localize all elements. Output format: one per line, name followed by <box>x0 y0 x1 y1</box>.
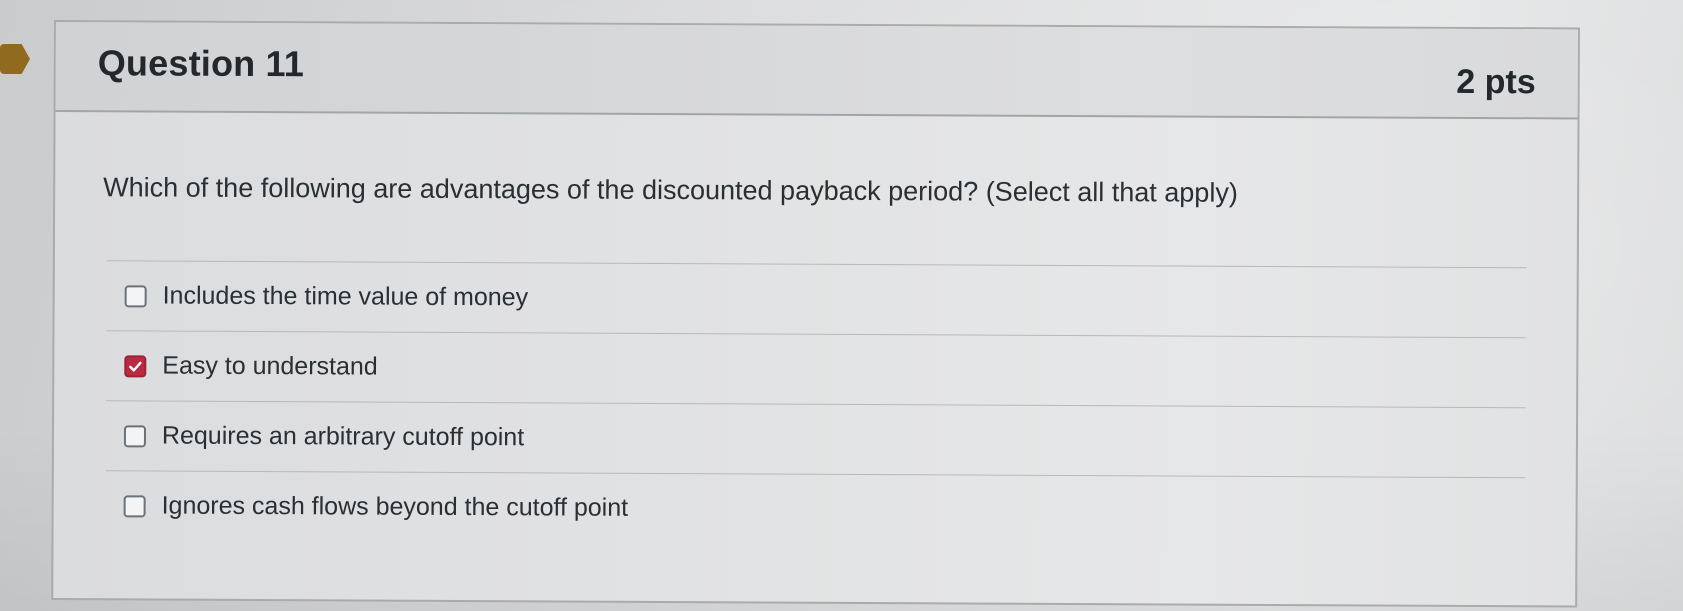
answer-option-3[interactable]: Requires an arbitrary cutoff point <box>106 401 1526 477</box>
question-points: 2 pts <box>1456 62 1536 102</box>
answer-list: Includes the time value of money Easy to… <box>105 260 1527 547</box>
answer-checkbox-3[interactable] <box>123 424 147 447</box>
answer-label-4: Ignores cash flows beyond the cutoff poi… <box>161 491 629 522</box>
answer-option-2[interactable]: Easy to understand <box>106 331 1526 407</box>
answer-option-1[interactable]: Includes the time value of money <box>106 261 1526 337</box>
question-text: Which of the following are advantages of… <box>103 172 1238 208</box>
answer-option-4[interactable]: Ignores cash flows beyond the cutoff poi… <box>105 471 1525 547</box>
question-card: Question 11 2 pts Which of the following… <box>51 20 1580 608</box>
answer-checkbox-2[interactable] <box>124 354 147 377</box>
answer-label-2: Easy to understand <box>162 351 378 381</box>
answer-checkbox-1[interactable] <box>124 284 147 307</box>
bookmark-flag-icon[interactable] <box>0 44 30 74</box>
question-header: Question 11 2 pts <box>55 22 1578 120</box>
checkmark-icon <box>129 361 142 372</box>
question-title: Question 11 <box>97 42 305 85</box>
answer-label-3: Requires an arbitrary cutoff point <box>161 421 525 452</box>
answer-checkbox-4[interactable] <box>123 494 146 517</box>
answer-label-1: Includes the time value of money <box>162 281 529 312</box>
